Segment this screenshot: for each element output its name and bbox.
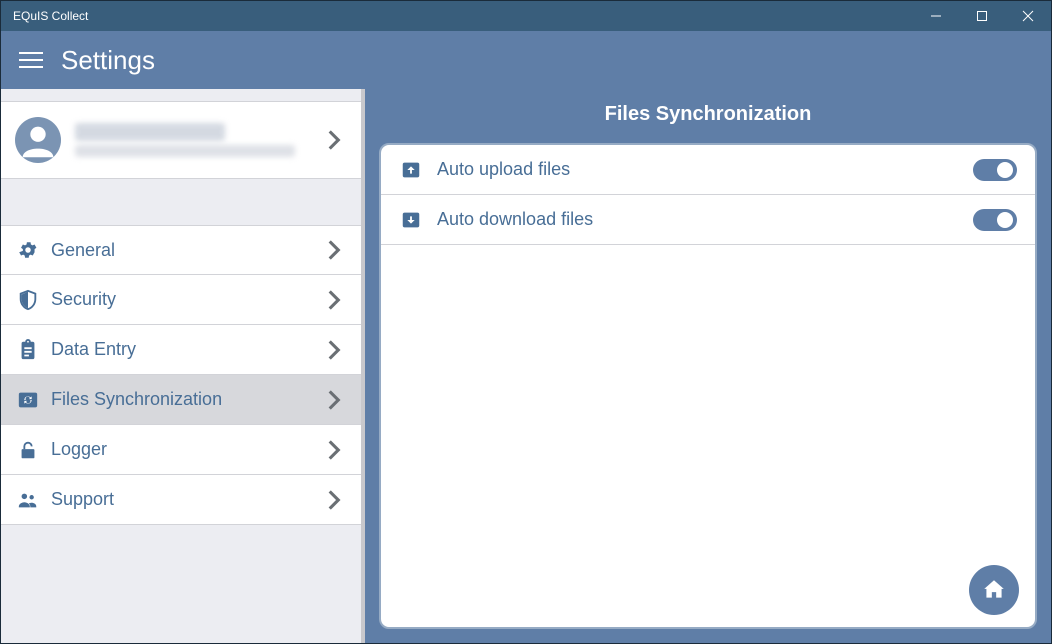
lock-open-icon [15,437,41,463]
chevron-right-icon [321,490,347,510]
chevron-right-icon [321,440,347,460]
gear-icon [15,237,41,263]
titlebar: EQuIS Collect [1,1,1051,31]
sidebar-item-data-entry[interactable]: Data Entry [1,325,361,375]
sidebar-item-logger[interactable]: Logger [1,425,361,475]
sidebar-item-general[interactable]: General [1,225,361,275]
avatar-icon [15,117,61,163]
window-title: EQuIS Collect [1,9,913,23]
chevron-right-icon [321,240,347,260]
home-icon [981,577,1007,603]
clipboard-icon [15,337,41,363]
maximize-button[interactable] [959,1,1005,31]
sidebar-item-label: Logger [51,439,321,460]
sidebar: General Security Data En [1,89,365,643]
option-auto-upload[interactable]: Auto upload files [381,145,1035,195]
sidebar-item-label: Files Synchronization [51,389,321,410]
toggle-auto-upload[interactable] [973,159,1017,181]
home-button[interactable] [969,565,1019,615]
people-icon [15,487,41,513]
user-text [75,123,321,157]
sidebar-item-label: Data Entry [51,339,321,360]
sidebar-item-label: Support [51,489,321,510]
sidebar-item-files-synchronization[interactable]: Files Synchronization [1,375,361,425]
chevron-right-icon [321,130,347,150]
header: Settings [1,31,1051,89]
chevron-right-icon [321,390,347,410]
menu-button[interactable] [19,50,43,70]
chevron-right-icon [321,340,347,360]
window-controls [913,1,1051,31]
user-profile-item[interactable] [1,101,361,179]
main: Files Synchronization Auto upload files … [365,89,1051,643]
sync-icon [15,387,41,413]
window: EQuIS Collect Settings [0,0,1052,644]
main-title: Files Synchronization [365,89,1051,139]
option-label: Auto upload files [437,159,973,180]
sidebar-item-label: Security [51,289,321,310]
toggle-auto-download[interactable] [973,209,1017,231]
upload-icon [399,158,423,182]
settings-panel: Auto upload files Auto download files [379,143,1037,629]
sidebar-item-label: General [51,240,321,261]
close-button[interactable] [1005,1,1051,31]
sidebar-item-security[interactable]: Security [1,275,361,325]
chevron-right-icon [321,290,347,310]
option-label: Auto download files [437,209,973,230]
page-title: Settings [61,45,155,76]
sidebar-item-support[interactable]: Support [1,475,361,525]
minimize-button[interactable] [913,1,959,31]
shield-icon [15,287,41,313]
user-email [75,145,295,157]
download-icon [399,208,423,232]
user-name [75,123,225,141]
body: General Security Data En [1,89,1051,643]
option-auto-download[interactable]: Auto download files [381,195,1035,245]
